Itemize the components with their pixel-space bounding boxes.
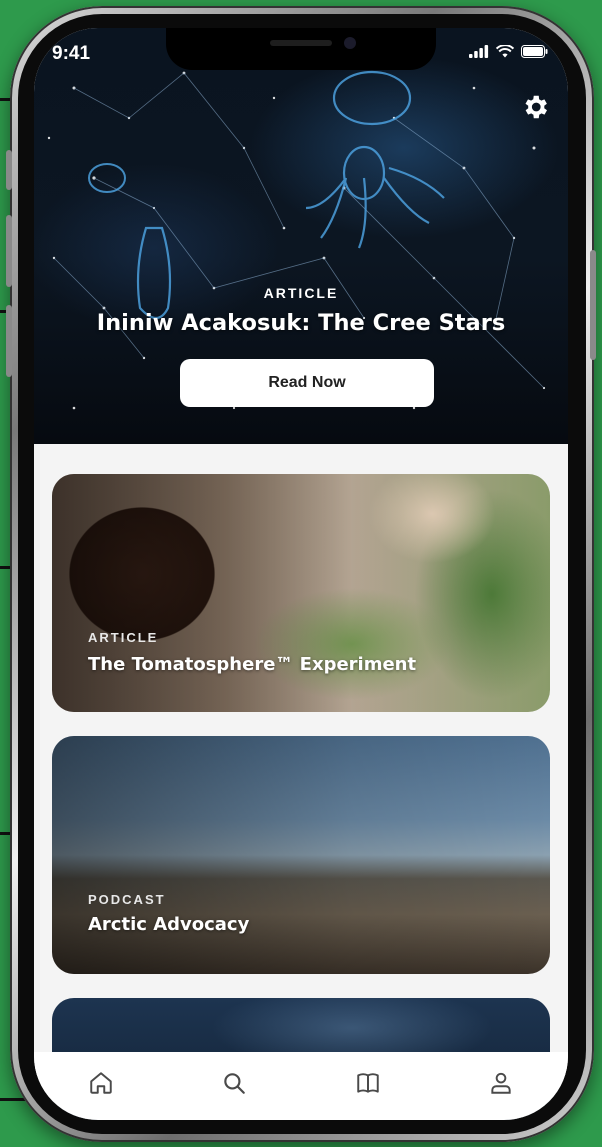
side-button-volume-down xyxy=(6,305,12,377)
card-kind-label: ARTICLE xyxy=(88,630,159,645)
front-camera xyxy=(344,37,356,49)
card-image-shade xyxy=(52,474,550,712)
search-icon xyxy=(224,1073,246,1094)
tab-search[interactable] xyxy=(214,1063,254,1103)
app-screen: 9:41 ARTICLE Ininiw Acakosuk: The Cree S… xyxy=(34,28,568,1120)
profile-icon xyxy=(491,1072,511,1094)
hero-title: Ininiw Acakosuk: The Cree Stars xyxy=(96,310,506,336)
card-title: The Tomatosphere™ Experiment xyxy=(88,654,417,675)
card-kind-label: PODCAST xyxy=(88,892,166,907)
tab-profile[interactable] xyxy=(481,1063,521,1103)
status-time: 9:41 xyxy=(52,43,91,64)
battery-icon xyxy=(521,45,548,58)
hero-kind-label: ARTICLE xyxy=(263,285,339,301)
card-title: Arctic Advocacy xyxy=(88,914,250,935)
wifi-icon xyxy=(496,45,514,58)
side-button-silent xyxy=(6,150,12,190)
side-button-volume-up xyxy=(6,215,12,287)
signal-icon xyxy=(469,45,489,58)
read-now-button[interactable]: Read Now xyxy=(180,359,434,407)
side-button-power xyxy=(590,250,596,360)
tab-home[interactable] xyxy=(81,1063,121,1103)
earpiece-speaker xyxy=(270,40,332,46)
tab-bar xyxy=(34,1052,568,1120)
device-notch xyxy=(166,28,436,70)
book-icon xyxy=(357,1073,379,1093)
content-card[interactable]: ARTICLE The Tomatosphere™ Experiment xyxy=(52,474,550,712)
hero-banner[interactable]: 9:41 ARTICLE Ininiw Acakosuk: The Cree S… xyxy=(34,28,568,444)
tab-library[interactable] xyxy=(348,1063,388,1103)
gear-icon[interactable] xyxy=(520,92,550,122)
card-image-shade xyxy=(52,736,550,974)
content-card[interactable]: PODCAST Arctic Advocacy xyxy=(52,736,550,974)
status-icons xyxy=(469,45,548,58)
home-icon xyxy=(90,1072,112,1094)
